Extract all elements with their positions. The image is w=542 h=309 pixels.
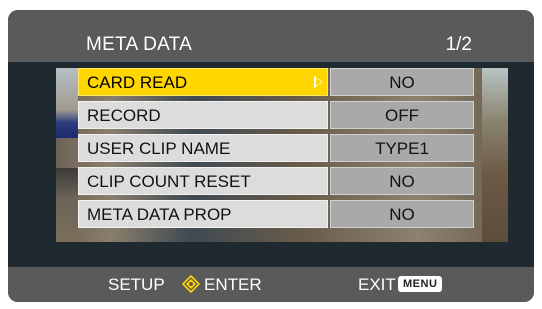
menu-row-value[interactable]: TYPE1: [330, 134, 474, 162]
viewfinder-screen: META DATA 1/2 CARD READ NO RECORD OFF US…: [8, 10, 534, 302]
menu-row-label: RECORD: [78, 101, 328, 129]
menu-row-record[interactable]: RECORD OFF: [78, 101, 474, 129]
menu-row-value[interactable]: NO: [330, 200, 474, 228]
menu-row-value[interactable]: OFF: [330, 101, 474, 129]
menu-row-value[interactable]: NO: [330, 68, 474, 96]
menu-key-badge[interactable]: MENU: [398, 276, 443, 292]
header-bar: META DATA 1/2: [8, 10, 534, 62]
dpad-icon: [182, 275, 200, 293]
page-indicator: 1/2: [445, 34, 472, 55]
menu-row-label: USER CLIP NAME: [78, 134, 328, 162]
menu-row-user-clip-name[interactable]: USER CLIP NAME TYPE1: [78, 134, 474, 162]
background-fragment: [56, 68, 78, 138]
menu-row-value[interactable]: NO: [330, 167, 474, 195]
page-title: META DATA: [86, 34, 193, 55]
enter-hint: ENTER: [204, 275, 262, 294]
menu-row-label: CARD READ: [78, 68, 328, 96]
menu-row-clip-count-reset[interactable]: CLIP COUNT RESET NO: [78, 167, 474, 195]
menu-row-label: CLIP COUNT RESET: [78, 167, 328, 195]
menu-row-meta-data-prop[interactable]: META DATA PROP NO: [78, 200, 474, 228]
exit-hint: EXIT: [358, 275, 396, 294]
menu-row-label: META DATA PROP: [78, 200, 328, 228]
setup-hint: SETUP: [108, 275, 165, 294]
right-triangle-icon: [314, 76, 323, 88]
menu-row-card-read[interactable]: CARD READ NO: [78, 68, 474, 96]
footer-bar: SETUP ENTER EXIT MENU: [8, 267, 534, 302]
background-fragment: [56, 168, 78, 242]
background-fragment: [482, 68, 508, 242]
